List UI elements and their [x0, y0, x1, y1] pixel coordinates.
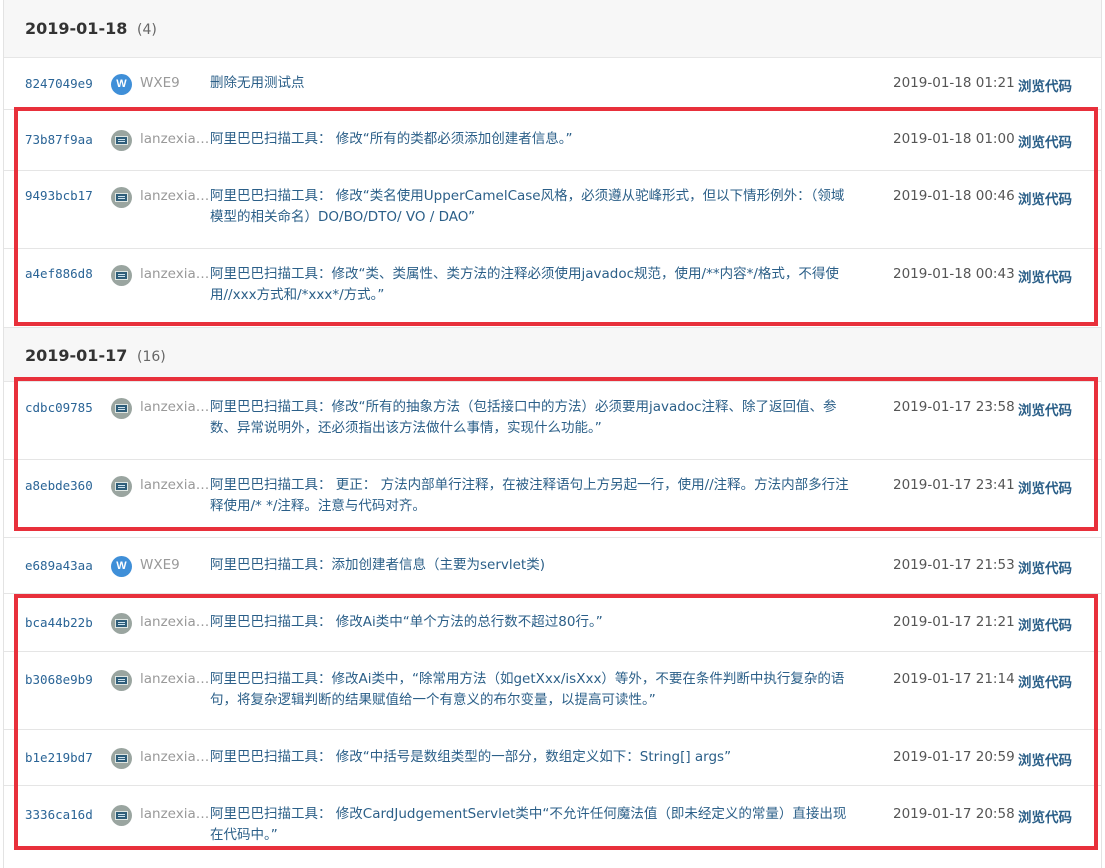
browse-code-link[interactable]: 浏览代码	[1018, 266, 1072, 286]
browse-code-link[interactable]: 浏览代码	[1018, 614, 1072, 634]
commit-sha-link[interactable]: a8ebde360	[25, 478, 93, 493]
group-date: 2019-01-17	[25, 346, 128, 365]
commit-sha-link[interactable]: 8247049e9	[25, 76, 93, 91]
commit-row: cdbc09785 lanzexiang 阿里巴巴扫描工具：修改“所有的抽象方法…	[4, 382, 1101, 460]
commit-sha-link[interactable]: 73b87f9aa	[25, 132, 93, 147]
commit-message[interactable]: 阿里巴巴扫描工具：添加创建者信息（主要为servlet类)	[210, 555, 850, 576]
commit-message[interactable]: 阿里巴巴扫描工具： 修改“类名使用UpperCamelCase风格，必须遵从驼峰…	[210, 186, 850, 228]
commit-sha-link[interactable]: a4ef886d8	[25, 266, 93, 281]
date-group-header: 2019-01-17 (16)	[4, 327, 1101, 382]
browse-code-link[interactable]: 浏览代码	[1018, 131, 1072, 151]
commit-time: 2019-01-18 01:00	[893, 131, 1015, 147]
commit-message[interactable]: 阿里巴巴扫描工具： 修改“所有的类都必须添加创建者信息。”	[210, 129, 850, 150]
avatar[interactable]	[111, 476, 132, 497]
commit-row: bca44b22b lanzexiang 阿里巴巴扫描工具： 修改Ai类中“单个…	[4, 594, 1101, 652]
commit-time: 2019-01-17 23:41	[893, 477, 1015, 493]
avatar[interactable]	[111, 265, 132, 286]
avatar[interactable]	[111, 187, 132, 208]
avatar[interactable]	[111, 398, 132, 419]
commit-author[interactable]: WXE9	[140, 557, 210, 573]
commit-author[interactable]: lanzexiang	[140, 614, 210, 630]
commit-row: 9493bcb17 lanzexiang 阿里巴巴扫描工具： 修改“类名使用Up…	[4, 171, 1101, 249]
commit-time: 2019-01-18 00:46	[893, 188, 1015, 204]
browse-code-link[interactable]: 浏览代码	[1018, 188, 1072, 208]
commit-sha-link[interactable]: b1e219bd7	[25, 750, 93, 765]
monitor-icon	[115, 136, 128, 145]
browse-code-link[interactable]: 浏览代码	[1018, 399, 1072, 419]
browse-code-link[interactable]: 浏览代码	[1018, 806, 1072, 826]
commit-time: 2019-01-18 00:43	[893, 266, 1015, 282]
date-group-header: 2019-01-18 (4)	[4, 0, 1101, 58]
monitor-icon	[115, 619, 128, 628]
commit-message[interactable]: 阿里巴巴扫描工具：修改“类、类属性、类方法的注释必须使用javadoc规范，使用…	[210, 264, 850, 306]
commit-row: a8ebde360 lanzexiang 阿里巴巴扫描工具： 更正： 方法内部单…	[4, 460, 1101, 538]
commit-author[interactable]: lanzexiang	[140, 806, 210, 822]
avatar[interactable]: W	[111, 74, 132, 95]
browse-code-link[interactable]: 浏览代码	[1018, 477, 1072, 497]
commit-row: e689a43aa W WXE9 阿里巴巴扫描工具：添加创建者信息（主要为ser…	[4, 538, 1101, 594]
monitor-icon	[115, 754, 128, 763]
avatar[interactable]	[111, 805, 132, 826]
commit-author[interactable]: lanzexiang	[140, 477, 210, 493]
commit-time: 2019-01-17 20:58	[893, 806, 1015, 822]
group-commit-count: (16)	[137, 349, 166, 365]
commit-row: 73b87f9aa lanzexiang 阿里巴巴扫描工具： 修改“所有的类都必…	[4, 110, 1101, 171]
commit-sha-link[interactable]: bca44b22b	[25, 615, 93, 630]
avatar[interactable]	[111, 748, 132, 769]
commit-sha-link[interactable]: 9493bcb17	[25, 188, 93, 203]
commit-sha-link[interactable]: cdbc09785	[25, 400, 93, 415]
commit-time: 2019-01-17 21:21	[893, 614, 1015, 630]
browse-code-link[interactable]: 浏览代码	[1018, 75, 1072, 95]
commit-author[interactable]: WXE9	[140, 75, 210, 91]
commit-message[interactable]: 删除无用测试点	[210, 73, 850, 94]
commit-author[interactable]: lanzexiang	[140, 188, 210, 204]
commit-row: b3068e9b9 lanzexiang 阿里巴巴扫描工具：修改Ai类中，“除常…	[4, 652, 1101, 730]
commit-row: 8247049e9 W WXE9 删除无用测试点 2019-01-18 01:2…	[4, 58, 1101, 110]
commit-author[interactable]: lanzexiang	[140, 399, 210, 415]
commit-row: b1e219bd7 lanzexiang 阿里巴巴扫描工具： 修改“中括号是数组…	[4, 730, 1101, 786]
commit-author[interactable]: lanzexiang	[140, 749, 210, 765]
group-date: 2019-01-18	[25, 19, 128, 38]
browse-code-link[interactable]: 浏览代码	[1018, 557, 1072, 577]
commit-sha-link[interactable]: e689a43aa	[25, 558, 93, 573]
commit-time: 2019-01-18 01:21	[893, 75, 1015, 91]
commit-time: 2019-01-17 21:14	[893, 671, 1015, 687]
commit-message[interactable]: 阿里巴巴扫描工具： 修改“中括号是数组类型的一部分，数组定义如下：String[…	[210, 747, 850, 768]
commit-message[interactable]: 阿里巴巴扫描工具： 修改CardJudgementServlet类中“不允许任何…	[210, 804, 850, 846]
monitor-icon	[115, 404, 128, 413]
avatar[interactable]: W	[111, 556, 132, 577]
commit-message[interactable]: 阿里巴巴扫描工具： 修改Ai类中“单个方法的总行数不超过80行。”	[210, 612, 850, 633]
commit-sha-link[interactable]: 3336ca16d	[25, 807, 93, 822]
commit-time: 2019-01-17 21:53	[893, 557, 1015, 573]
commit-message[interactable]: 阿里巴巴扫描工具： 更正： 方法内部单行注释，在被注释语句上方另起一行，使用//…	[210, 475, 850, 517]
monitor-icon	[115, 811, 128, 820]
avatar[interactable]	[111, 613, 132, 634]
commit-author[interactable]: lanzexiang	[140, 266, 210, 282]
commit-message[interactable]: 阿里巴巴扫描工具：修改Ai类中，“除常用方法（如getXxx/isXxx）等外，…	[210, 669, 850, 711]
commit-row: a4ef886d8 lanzexiang 阿里巴巴扫描工具：修改“类、类属性、类…	[4, 249, 1101, 327]
commit-time: 2019-01-17 23:58	[893, 399, 1015, 415]
commit-sha-link[interactable]: b3068e9b9	[25, 672, 93, 687]
browse-code-link[interactable]: 浏览代码	[1018, 671, 1072, 691]
monitor-icon	[115, 271, 128, 280]
monitor-icon	[115, 482, 128, 491]
commit-time: 2019-01-17 20:59	[893, 749, 1015, 765]
avatar[interactable]	[111, 670, 132, 691]
avatar[interactable]	[111, 130, 132, 151]
commit-message[interactable]: 阿里巴巴扫描工具：修改“所有的抽象方法（包括接口中的方法）必须要用javadoc…	[210, 397, 850, 439]
commit-row: 3336ca16d lanzexiang 阿里巴巴扫描工具： 修改CardJud…	[4, 786, 1101, 868]
monitor-icon	[115, 676, 128, 685]
commit-author[interactable]: lanzexiang	[140, 131, 210, 147]
browse-code-link[interactable]: 浏览代码	[1018, 749, 1072, 769]
monitor-icon	[115, 193, 128, 202]
commit-author[interactable]: lanzexiang	[140, 671, 210, 687]
group-commit-count: (4)	[137, 22, 157, 38]
